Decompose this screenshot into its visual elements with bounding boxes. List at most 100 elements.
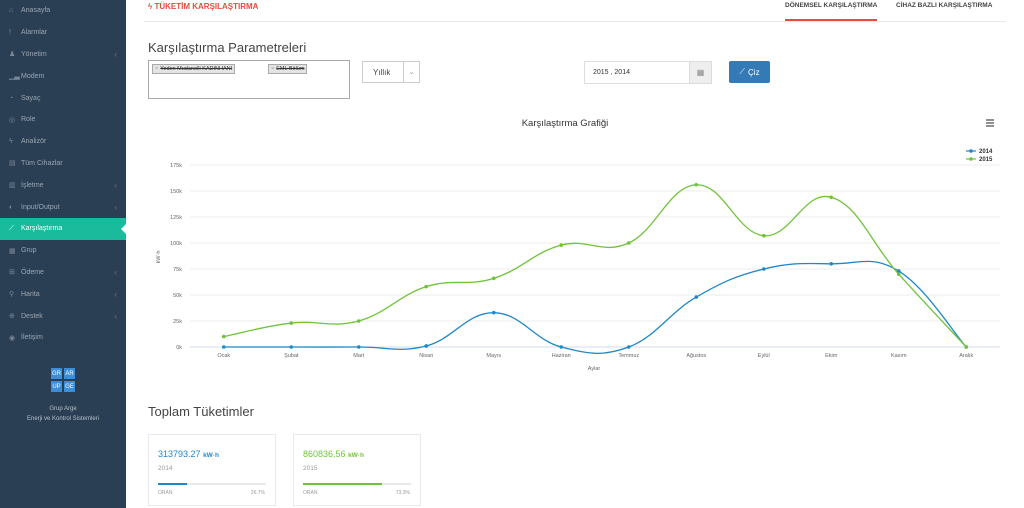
meter-icon: ◔	[9, 94, 14, 102]
brand-name: Grup Arge	[49, 406, 77, 412]
sidebar-item[interactable]: ϟ Analizör	[0, 131, 126, 153]
x-tick-label: Eylül	[758, 353, 770, 359]
sidebar-item[interactable]: ▁▃ Modem	[0, 65, 126, 87]
selected-tag[interactable]: × EML Bölüm	[268, 64, 308, 74]
data-point	[559, 345, 564, 349]
sidebar-item-label: Yönetim	[21, 50, 47, 58]
data-point	[356, 345, 361, 349]
date-range-input[interactable]: 2015 , 2014 ▦	[584, 61, 712, 84]
sidebar: ⌂ Anasayfa ! Alarmlar ♟ Yönetim ‹ ▁▃ Modem ◔ Sayaç…	[0, 0, 126, 508]
grid-icon: ▦	[9, 247, 16, 255]
main-content: ϟ TÜKETİM KARŞILAŞTIRMA DÖNEMSEL KARŞILA…	[126, 0, 1024, 508]
draw-chart-button[interactable]: ⟋ Çiz	[729, 61, 770, 83]
ratio-bar-fill	[303, 483, 383, 485]
data-point	[424, 284, 429, 289]
sidebar-item-label: Input/Output	[21, 203, 60, 211]
draw-label: Çiz	[748, 67, 760, 77]
sidebar-item[interactable]: ▤ Tüm Cihazlar	[0, 153, 126, 175]
data-point	[964, 345, 969, 349]
x-tick-label: Ekim	[825, 353, 838, 359]
sidebar-item[interactable]: ◉ İletişim	[0, 327, 126, 349]
sidebar-item[interactable]: ⊞ Ödeme ‹	[0, 262, 126, 284]
chevron-down-icon[interactable]: ⌄	[403, 62, 419, 82]
data-point	[289, 321, 294, 325]
sidebar-item[interactable]: ⊕ Destek ‹	[0, 305, 126, 327]
page-header: ϟ TÜKETİM KARŞILAŞTIRMA DÖNEMSEL KARŞILA…	[144, 0, 1006, 22]
sidebar-item-label: Karşılaştırma	[21, 225, 63, 233]
data-point	[221, 334, 226, 339]
sidebar-item-label: Anasayfa	[21, 7, 51, 15]
x-tick-label: Şubat	[284, 353, 299, 359]
data-point	[626, 241, 631, 245]
y-tick-label: 175k	[170, 163, 182, 169]
sidebar-item[interactable]: ◐ Input/Output ‹	[0, 196, 126, 218]
totals-heading: Toplam Tüketimler	[148, 404, 254, 419]
logo-letter: AR	[63, 367, 76, 380]
tab-device-comparison[interactable]: CİHAZ BAZLI KARŞILAŞTIRMA	[896, 2, 992, 21]
date-range-value: 2015 , 2014	[593, 69, 630, 76]
sidebar-item[interactable]: ! Alarmlar	[0, 22, 126, 44]
selected-tag[interactable]: × Yoden Mudanolli KADINHANI	[152, 64, 236, 74]
contact-icon: ◉	[9, 334, 16, 342]
total-value: 313793.27 kW·h	[158, 449, 219, 459]
ratio-percent: 73.3%	[395, 490, 410, 496]
sidebar-item-label: Harita	[21, 290, 40, 298]
chevron-left-icon: ‹	[114, 49, 117, 59]
map-pin-icon: ⚲	[9, 291, 15, 299]
tab-periodic-comparison[interactable]: DÖNEMSEL KARŞILAŞTIRMA	[785, 2, 878, 21]
ratio-bar	[158, 483, 266, 485]
sidebar-item-label: Alarmlar	[21, 29, 48, 37]
data-point	[289, 345, 294, 349]
tag-label: Yoden Mudanolli KADINHANI	[160, 66, 233, 72]
x-tick-label: Haziran	[552, 353, 571, 359]
sidebar-item-label: İşletme	[21, 181, 44, 189]
sidebar-item-label: Destek	[21, 312, 43, 320]
sidebar-item[interactable]: ◔ Sayaç	[0, 87, 126, 109]
data-point	[896, 272, 901, 276]
total-value: 860836.56 kW·h	[303, 449, 364, 459]
x-tick-label: Temmuz	[618, 353, 639, 359]
tag-label: EML Bölüm	[276, 66, 305, 72]
chevron-left-icon: ‹	[114, 311, 117, 321]
sidebar-item[interactable]: ⟋ Karşılaştırma	[0, 217, 126, 240]
ratio-bar	[303, 483, 411, 485]
chevron-left-icon: ‹	[114, 267, 117, 277]
data-point	[626, 345, 631, 349]
total-unit: kW·h	[203, 452, 219, 459]
x-tick-label: Ağustos	[686, 353, 706, 359]
brand-logo: GR AR UP GE	[50, 367, 76, 393]
sidebar-item[interactable]: ♟ Yönetim ‹	[0, 44, 126, 66]
cart-icon: ⊞	[9, 269, 15, 277]
x-tick-label: Nisan	[419, 353, 433, 359]
period-select[interactable]: Yıllık ⌄	[362, 61, 420, 83]
sidebar-item[interactable]: ⚲ Harita ‹	[0, 283, 126, 305]
data-point	[491, 276, 496, 281]
y-axis-label: kW·h	[156, 251, 162, 264]
remove-tag-icon[interactable]: ×	[271, 66, 274, 72]
sidebar-item-label: Grup	[21, 247, 37, 255]
legend-marker	[969, 157, 973, 161]
device-multiselect[interactable]: × Yoden Mudanolli KADINHANI × EML Bölüm	[148, 60, 350, 99]
sidebar-item[interactable]: ⌂ Anasayfa	[0, 0, 126, 22]
y-tick-label: 150k	[170, 189, 182, 195]
x-axis-label: Aylar	[588, 366, 601, 372]
data-point	[221, 345, 226, 349]
y-tick-label: 75k	[173, 267, 182, 273]
sidebar-item[interactable]: ▥ İşletme ‹	[0, 174, 126, 196]
series-line-2015	[223, 184, 967, 348]
ratio-label: ORAN	[303, 490, 318, 496]
page-title-text: TÜKETİM KARŞILAŞTIRMA	[154, 2, 259, 11]
logo-letter: GE	[63, 380, 76, 393]
calendar-icon[interactable]: ▦	[689, 62, 711, 83]
total-card-2014: 313793.27 kW·h 2014 ORAN 26.7%	[148, 434, 276, 506]
sidebar-item[interactable]: ▦ Grup	[0, 240, 126, 262]
remove-tag-icon[interactable]: ×	[155, 66, 158, 72]
building-icon: ▥	[9, 182, 16, 190]
users-icon: ♟	[9, 51, 16, 59]
ratio-label: ORAN	[158, 490, 173, 496]
hamburger-menu-icon[interactable]	[986, 119, 994, 127]
relay-icon: ◎	[9, 116, 16, 124]
home-icon: ⌂	[9, 7, 14, 15]
sidebar-item[interactable]: ◎ Role	[0, 109, 126, 131]
data-point	[491, 310, 496, 315]
